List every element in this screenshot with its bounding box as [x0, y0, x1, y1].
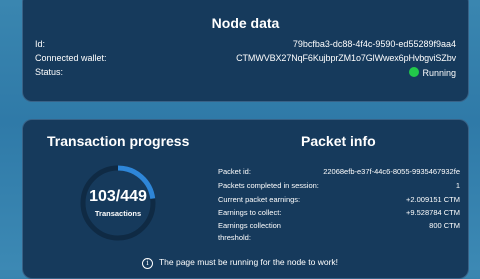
packet-row: Packet id: 22068efb-e37f-44c6-8055-99354…: [218, 167, 460, 178]
packet-info-title: Packet info: [301, 133, 376, 149]
packet-row-label: threshold:: [218, 233, 251, 242]
node-data-card: Node data Id: 79bcfba3-dc88-4f4c-9590-ed…: [22, 0, 469, 102]
status-label: Status:: [35, 67, 64, 77]
packet-row-label: Earnings to collect:: [218, 208, 282, 217]
node-id-row: Id: 79bcfba3-dc88-4f4c-9590-ed55289f9aa4: [35, 39, 456, 51]
transaction-packet-card: Transaction progress Packet info 103/449…: [22, 119, 469, 279]
footer-note-text: The page must be running for the node to…: [158, 257, 339, 267]
packet-row-value: +9.528784 CTM: [406, 208, 460, 217]
info-icon: i: [141, 258, 153, 269]
packet-row: Packets completed in session: 1: [218, 181, 460, 192]
packet-row: Earnings to collect: +9.528784 CTM: [218, 208, 460, 219]
packet-row-value: 22068efb-e37f-44c6-8055-9935467932fe: [323, 167, 460, 176]
transaction-count-label: Transactions: [94, 209, 142, 218]
connected-wallet-label: Connected wallet:: [35, 53, 107, 63]
packet-row: threshold:: [218, 233, 460, 244]
packet-row-value: 1: [455, 181, 460, 190]
packet-row-value: +2.009151 CTM: [406, 195, 460, 204]
status-running-dot-icon: [409, 67, 420, 77]
packet-row-value: 800 CTM: [429, 221, 460, 230]
packet-row-label: Earnings collection: [218, 221, 281, 230]
status-text: Running: [422, 68, 456, 78]
packet-row: Earnings collection 800 CTM: [218, 221, 460, 232]
node-id-value: 79bcfba3-dc88-4f4c-9590-ed55289f9aa4: [292, 39, 456, 49]
packet-row: Current packet earnings: +2.009151 CTM: [218, 195, 460, 206]
node-data-title: Node data: [211, 15, 280, 31]
connected-wallet-value: CTMWVBX27NqF6KujbprZM1o7GlWwex6pHvbgviSZ…: [236, 53, 456, 63]
packet-row-label: Packet id:: [218, 167, 251, 176]
packet-row-label: Current packet earnings:: [218, 195, 301, 204]
node-id-label: Id:: [35, 39, 46, 49]
status-row: Status: Running: [35, 67, 456, 79]
transaction-count: 103/449: [89, 188, 147, 205]
transaction-progress-title: Transaction progress: [47, 133, 190, 149]
status-value: Running: [409, 67, 456, 78]
connected-wallet-row: Connected wallet: CTMWVBX27NqF6KujbprZM1…: [35, 53, 456, 65]
packet-row-label: Packets completed in session:: [218, 181, 319, 190]
footer-note: i The page must be running for the node t…: [0, 257, 480, 269]
